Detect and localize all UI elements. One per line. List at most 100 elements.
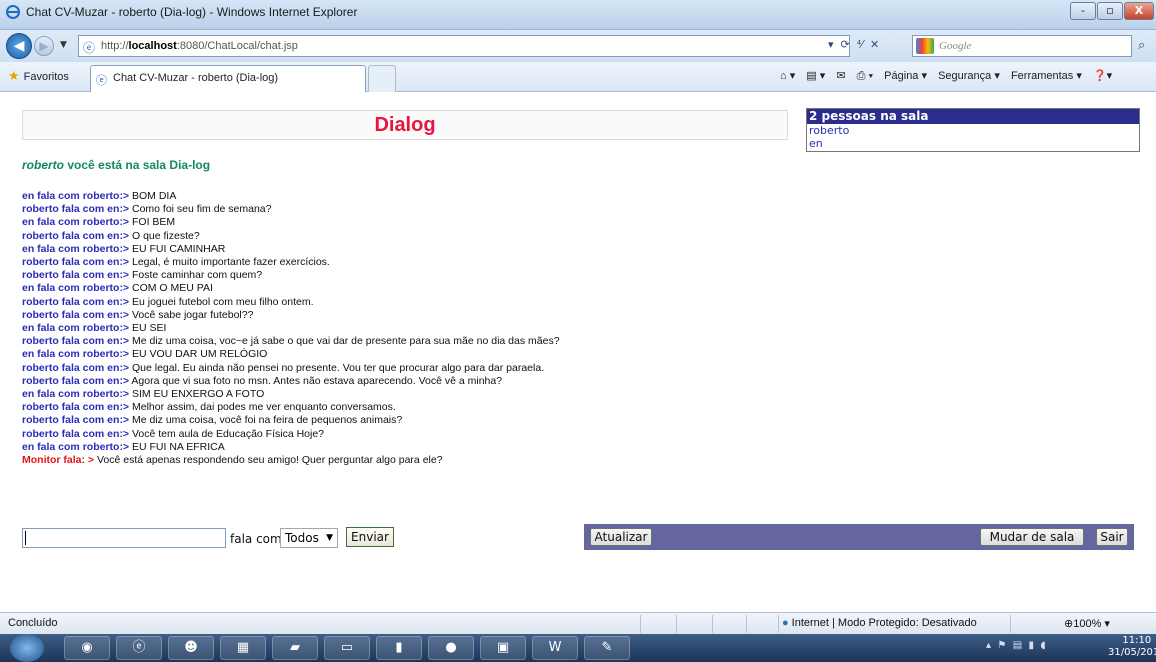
message-row: roberto fala com en:> Eu joguei futebol … (22, 296, 1122, 309)
feeds-icon[interactable]: ▤ ▾ (806, 70, 825, 82)
message-text: BOM DIA (129, 190, 177, 202)
fala-com-label: fala com: (230, 532, 286, 546)
message-row: en fala com roberto:> EU FUI CAMINHAR (22, 243, 1122, 256)
page-icon: ⓔ (96, 74, 107, 87)
forward-button[interactable]: ▶ (34, 36, 54, 56)
message-sender: roberto fala com en:> (22, 229, 130, 242)
zoom-level[interactable]: ⊕100% ▾ (1064, 617, 1110, 630)
close-button[interactable]: X (1124, 2, 1154, 20)
message-text: Eu joguei futebol com meu filho ontem. (129, 295, 314, 308)
print-icon[interactable]: ⎙ ▾ (857, 70, 873, 82)
message-sender: en fala com roberto:> (22, 242, 130, 255)
menu-page[interactable]: Página ▾ (884, 70, 927, 82)
window-titlebar: Chat CV-Muzar - roberto (Dia-log) - Wind… (0, 0, 1156, 30)
security-zone[interactable]: ● Internet | Modo Protegido: Desativado (782, 617, 977, 629)
back-button[interactable]: ◀ (6, 33, 32, 59)
message-text: SIM EU ENXERGO A FOTO (129, 388, 265, 401)
system-tray[interactable]: ▴ ⚑ ▤ ▮ ◖ (986, 640, 1046, 651)
user-item[interactable]: roberto (807, 124, 1139, 137)
home-icon[interactable]: ⌂ ▾ (780, 70, 795, 82)
message-text: Melhor assim, dai podes me ver enquanto … (129, 401, 396, 414)
eclipse-icon[interactable]: ● (428, 636, 474, 660)
paint-icon[interactable]: ✎ (584, 636, 630, 660)
exit-button[interactable]: Sair (1096, 528, 1128, 546)
message-sender: roberto fala com en:> (22, 427, 130, 440)
message-sender: en fala com roberto:> (22, 440, 130, 453)
message-text: EU FUI NA EFRICA (129, 440, 225, 453)
word-icon[interactable]: W (532, 636, 578, 660)
ie-taskbar-icon[interactable]: ⓔ (116, 636, 162, 660)
action-bar: Atualizar Mudar de sala Sair (584, 524, 1134, 550)
message-row: roberto fala com en:> Você tem aula de E… (22, 428, 1122, 441)
message-sender: en fala com roberto:> (22, 190, 130, 202)
mail-icon[interactable]: ✉ (836, 70, 845, 82)
page-content: Dialog 2 pessoas na sala roberto en robe… (0, 92, 1156, 612)
ie-icon (6, 5, 20, 19)
users-list[interactable]: 2 pessoas na sala roberto en (806, 108, 1140, 152)
message-sender: en fala com roberto:> (22, 282, 130, 295)
monitor-label: Monitor fala: > (22, 454, 95, 467)
send-button[interactable]: Enviar (346, 527, 394, 547)
globe-icon: ● (782, 617, 789, 629)
message-text: Foste caminhar com quem? (129, 269, 263, 282)
search-placeholder: Google (939, 40, 972, 52)
message-row: en fala com roberto:> COM O MEU PAI (22, 282, 1122, 295)
menu-security[interactable]: Segurança ▾ (938, 70, 1000, 82)
messenger-icon[interactable]: ☻ (168, 636, 214, 660)
window-title: Chat CV-Muzar - roberto (Dia-log) - Wind… (26, 5, 358, 19)
message-row: roberto fala com en:> Agora que vi sua f… (22, 375, 1122, 388)
message-row: roberto fala com en:> Me diz uma coisa, … (22, 414, 1122, 427)
new-tab-button[interactable] (368, 65, 396, 92)
firefox-icon[interactable]: ◉ (64, 636, 110, 660)
message-text: EU VOU DAR UM RELÓGIO (129, 348, 268, 361)
message-text: FOI BEM (129, 216, 176, 229)
minimize-button[interactable]: - (1070, 2, 1096, 20)
explorer-icon[interactable]: ▣ (480, 636, 526, 660)
message-sender: en fala com roberto:> (22, 216, 130, 229)
change-room-button[interactable]: Mudar de sala (980, 528, 1084, 546)
calendar-icon[interactable]: ▦ (220, 636, 266, 660)
start-button[interactable] (10, 634, 44, 662)
message-row: roberto fala com en:> O que fizeste? (22, 230, 1122, 243)
message-sender: roberto fala com en:> (22, 401, 130, 414)
message-row: en fala com roberto:> EU SEI (22, 322, 1122, 335)
url-tools[interactable]: ▾ ⟳ ⁴⁄ ✕ (828, 38, 879, 51)
help-icon[interactable]: ❓▾ (1093, 70, 1112, 82)
dialog-header: Dialog (22, 110, 788, 140)
message-input[interactable] (22, 528, 226, 548)
message-sender: roberto fala com en:> (22, 335, 130, 348)
message-text: Você está apenas respondendo seu amigo! … (94, 454, 443, 467)
refresh-button[interactable]: Atualizar (590, 528, 652, 546)
message-row: en fala com roberto:> EU FUI NA EFRICA (22, 441, 1122, 454)
status-bar: Concluído ● Internet | Modo Protegido: De… (0, 612, 1156, 634)
folder-icon[interactable]: ▰ (272, 636, 318, 660)
message-row: roberto fala com en:> Como foi seu fim d… (22, 203, 1122, 216)
message-text: Como foi seu fim de semana? (129, 203, 272, 216)
message-sender: roberto fala com en:> (22, 269, 130, 282)
search-icon[interactable]: ⌕ (1138, 38, 1145, 53)
page-icon: ⓔ (83, 41, 96, 55)
chevron-down-icon: ▼ (326, 533, 333, 543)
message-text: EU FUI CAMINHAR (129, 242, 226, 255)
terminal-icon[interactable]: ▭ (324, 636, 370, 660)
app-icon[interactable]: ▮ (376, 636, 422, 660)
history-dropdown-icon[interactable]: ▼ (60, 40, 67, 50)
user-item[interactable]: en (807, 137, 1139, 150)
message-text: Agora que vi sua foto no msn. Antes não … (129, 374, 503, 387)
message-sender: roberto fala com en:> (22, 361, 130, 374)
message-text: Você sabe jogar futebol?? (129, 308, 254, 321)
search-input[interactable]: Google (912, 35, 1132, 57)
menu-tools[interactable]: Ferramentas ▾ (1011, 70, 1082, 82)
google-icon (916, 38, 934, 54)
message-text: Você tem aula de Educação Física Hoje? (129, 427, 325, 440)
clock[interactable]: 11:1031/05/2010 (1108, 635, 1156, 659)
url-field[interactable]: ⓔ http://localhost:8080/ChatLocal/chat.j… (78, 35, 850, 57)
tab-chat[interactable]: ⓔ Chat CV-Muzar - roberto (Dia-log) (90, 65, 366, 92)
favorites-button[interactable]: ★ Favoritos (8, 68, 69, 84)
message-sender: en fala com roberto:> (22, 388, 130, 401)
message-sender: en fala com roberto:> (22, 348, 130, 361)
maximize-button[interactable]: ▫ (1097, 2, 1123, 20)
url-text: http://localhost:8080/ChatLocal/chat.jsp (101, 40, 298, 52)
message-row: roberto fala com en:> Me diz uma coisa, … (22, 335, 1122, 348)
recipient-select[interactable]: Todos ▼ (280, 528, 338, 548)
